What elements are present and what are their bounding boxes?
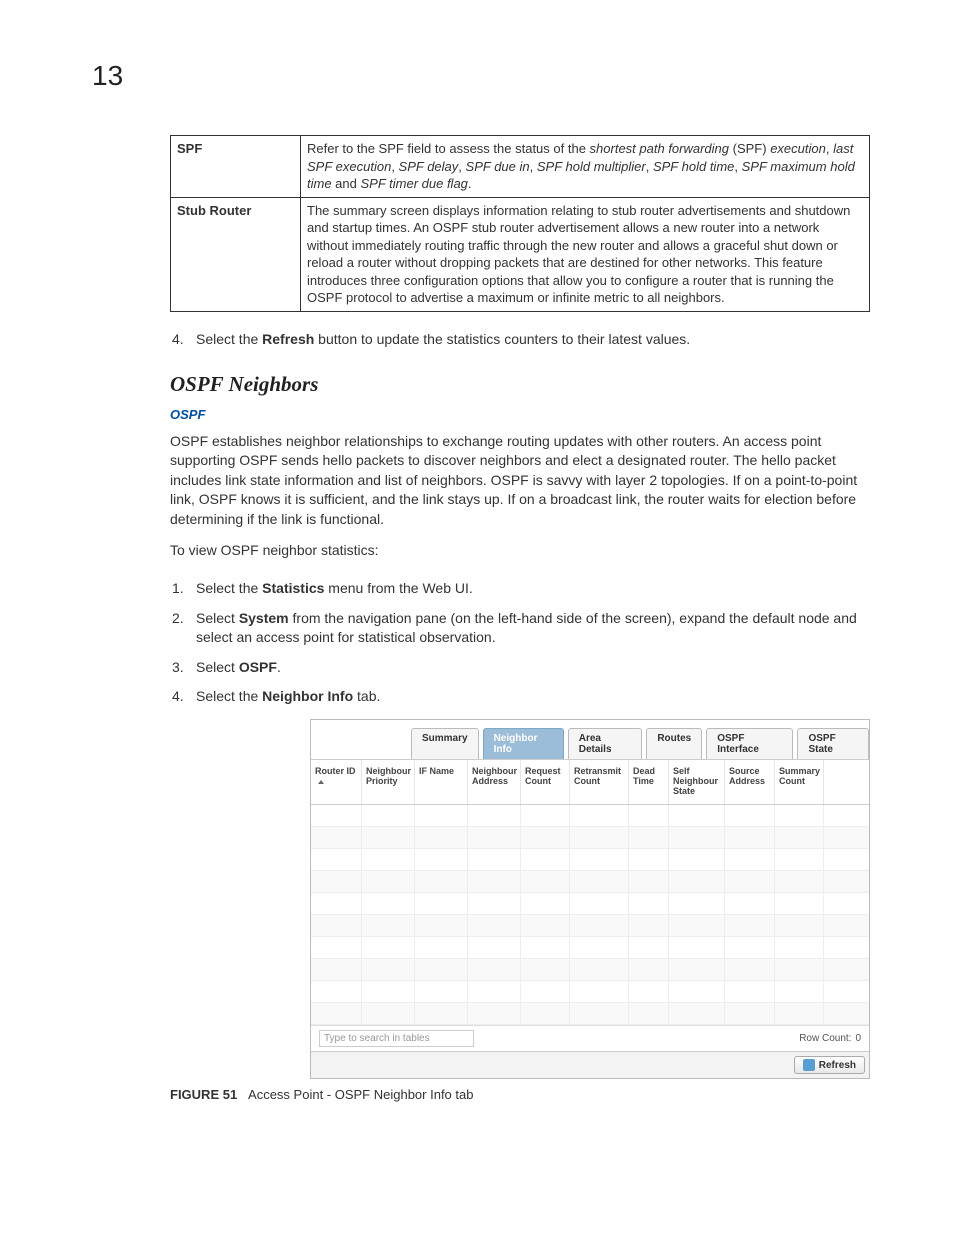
table-row [311,959,869,981]
body-paragraph-1: OSPF establishes neighbor relationships … [170,432,870,530]
section-heading: OSPF Neighbors [170,372,870,397]
column-header[interactable]: Summary Count [775,760,824,804]
refresh-label: Refresh [819,1060,856,1071]
row-count-value: 0 [855,1033,861,1044]
step-number: 4. [170,687,196,707]
column-header[interactable]: Neighbour Priority [362,760,415,804]
step-after-table: 4. Select the Refresh button to update t… [170,330,870,350]
def-label: Stub Router [171,197,301,311]
column-header[interactable]: Retransmit Count [570,760,629,804]
step-text: Select the Neighbor Info tab. [196,687,870,707]
step-number: 3. [170,658,196,678]
grid-footer: Row Count: 0 [311,1025,869,1051]
def-label: SPF [171,136,301,198]
column-header[interactable]: Neighbour Address [468,760,521,804]
tab-neighbor-info[interactable]: Neighbor Info [483,728,564,759]
step-text: Select the Statistics menu from the Web … [196,579,870,599]
figure-caption: FIGURE 51 Access Point - OSPF Neighbor I… [170,1087,870,1102]
refresh-button[interactable]: Refresh [794,1056,865,1074]
step-text: Select OSPF. [196,658,870,678]
figure-label: FIGURE 51 [170,1087,237,1102]
numbered-steps: 1.Select the Statistics menu from the We… [170,579,870,707]
def-text: Refer to the SPF field to assess the sta… [301,136,870,198]
content-area: SPFRefer to the SPF field to assess the … [170,135,870,1102]
column-header[interactable]: Source Address [725,760,775,804]
column-header[interactable]: Request Count [521,760,570,804]
table-row [311,981,869,1003]
table-row [311,849,869,871]
page-number: 13 [92,60,123,92]
def-text: The summary screen displays information … [301,197,870,311]
body-paragraph-2: To view OSPF neighbor statistics: [170,541,870,561]
refresh-icon [803,1059,815,1071]
tab-area-details[interactable]: Area Details [568,728,643,759]
column-header[interactable]: Dead Time [629,760,669,804]
table-row [311,915,869,937]
table-row [311,1003,869,1025]
table-row [311,827,869,849]
grid-header: Router IDNeighbour PriorityIF NameNeighb… [311,760,869,805]
neighbor-info-screenshot: SummaryNeighbor InfoArea DetailsRoutesOS… [310,719,870,1079]
ospf-link[interactable]: OSPF [170,407,870,422]
tab-routes[interactable]: Routes [646,728,702,759]
table-row [311,871,869,893]
table-row [311,937,869,959]
sort-asc-icon [318,780,324,784]
step-text: Select System from the navigation pane (… [196,609,870,648]
bottom-bar: Refresh [311,1051,869,1078]
row-count-label: Row Count: [799,1033,851,1044]
step-number: 2. [170,609,196,648]
tab-summary[interactable]: Summary [411,728,479,759]
column-header[interactable]: Router ID [311,760,362,804]
grid-rows [311,805,869,1025]
step-text: Select the Refresh button to update the … [196,330,870,350]
tabs-row: SummaryNeighbor InfoArea DetailsRoutesOS… [311,720,869,760]
tab-ospf-interface[interactable]: OSPF Interface [706,728,793,759]
column-header[interactable]: IF Name [415,760,468,804]
figure-text: Access Point - OSPF Neighbor Info tab [248,1087,473,1102]
search-input[interactable] [319,1030,474,1047]
table-row [311,805,869,827]
step-number: 1. [170,579,196,599]
table-row [311,893,869,915]
step-number: 4. [170,330,196,350]
tab-ospf-state[interactable]: OSPF State [797,728,869,759]
column-header[interactable]: Self Neighbour State [669,760,725,804]
definition-table: SPFRefer to the SPF field to assess the … [170,135,870,312]
